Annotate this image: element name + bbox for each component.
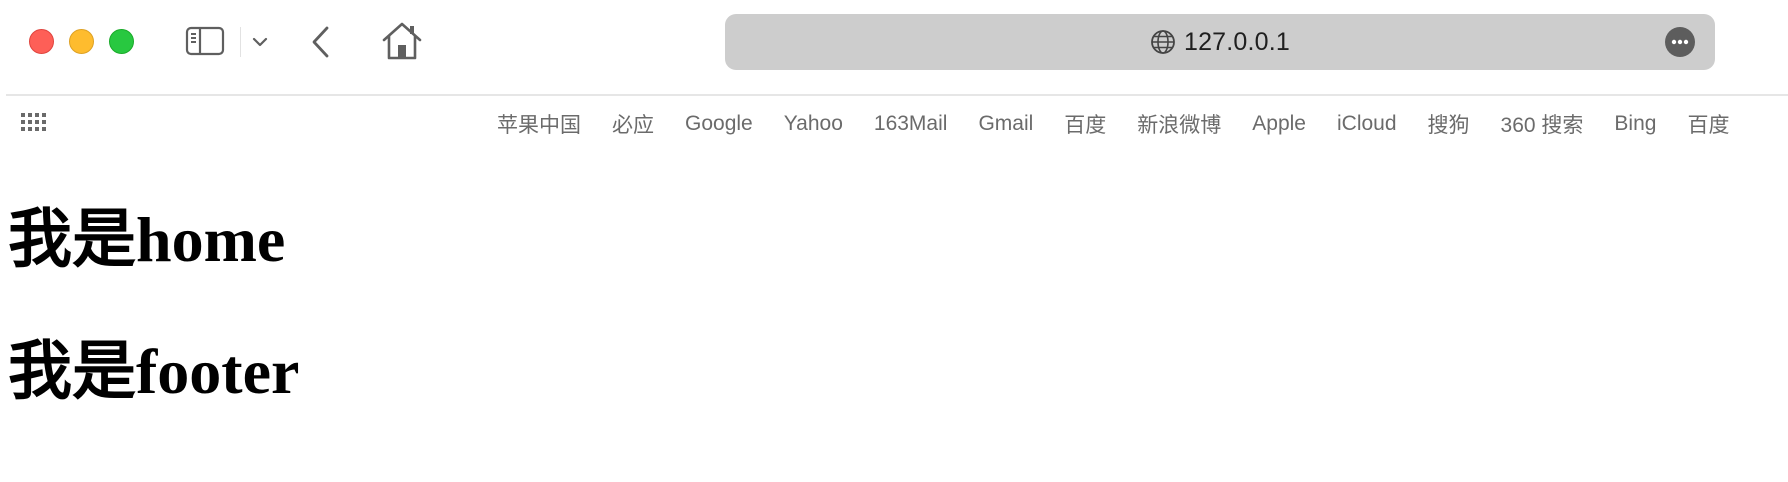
- home-button[interactable]: [380, 20, 424, 62]
- back-arrow-icon: [312, 26, 329, 58]
- close-window-button[interactable]: [29, 29, 54, 54]
- address-bar[interactable]: 127.0.0.1: [725, 14, 1715, 70]
- url-display: 127.0.0.1: [725, 14, 1715, 70]
- sidebar-icon: [185, 26, 225, 56]
- footer-heading: 我是footer: [8, 336, 300, 407]
- sidebar-toggle-button[interactable]: [184, 24, 226, 58]
- show-all-bookmarks-button[interactable]: [20, 112, 48, 136]
- sidebar-menu-button[interactable]: [248, 30, 272, 54]
- favorite-link[interactable]: Apple: [1252, 112, 1306, 136]
- back-button[interactable]: [304, 24, 338, 60]
- favorite-link[interactable]: Gmail: [978, 112, 1033, 136]
- favorites-bar: 苹果中国 必应 Google Yahoo 163Mail Gmail 百度 新浪…: [0, 96, 1788, 152]
- favorite-link[interactable]: 百度: [1687, 109, 1729, 139]
- more-icon: [1671, 39, 1689, 45]
- globe-icon: [1151, 30, 1175, 54]
- favorite-link[interactable]: 360 搜索: [1501, 109, 1584, 139]
- favorites-list: 苹果中国 必应 Google Yahoo 163Mail Gmail 百度 新浪…: [497, 96, 1729, 152]
- favorite-link[interactable]: iCloud: [1337, 112, 1397, 136]
- favorite-link[interactable]: 搜狗: [1428, 109, 1470, 139]
- zoom-window-button[interactable]: [109, 29, 134, 54]
- favorite-link[interactable]: 百度: [1064, 109, 1106, 139]
- favorite-link[interactable]: 必应: [612, 109, 654, 139]
- url-text: 127.0.0.1: [1183, 27, 1291, 56]
- grid-icon: [21, 113, 46, 131]
- toolbar-divider: [240, 27, 241, 57]
- favorite-link[interactable]: 新浪微博: [1137, 109, 1221, 139]
- favorite-link[interactable]: Google: [685, 112, 753, 136]
- favorite-link[interactable]: Yahoo: [784, 112, 843, 136]
- page-menu-button[interactable]: [1665, 27, 1695, 57]
- favorite-link[interactable]: 163Mail: [874, 112, 948, 136]
- chevron-down-icon: [252, 37, 268, 47]
- browser-toolbar: 127.0.0.1: [0, 0, 1788, 94]
- favorite-link[interactable]: 苹果中国: [497, 109, 581, 139]
- home-heading: 我是home: [8, 204, 286, 275]
- favorite-link[interactable]: Bing: [1614, 112, 1656, 136]
- home-icon: [382, 22, 422, 60]
- minimize-window-button[interactable]: [69, 29, 94, 54]
